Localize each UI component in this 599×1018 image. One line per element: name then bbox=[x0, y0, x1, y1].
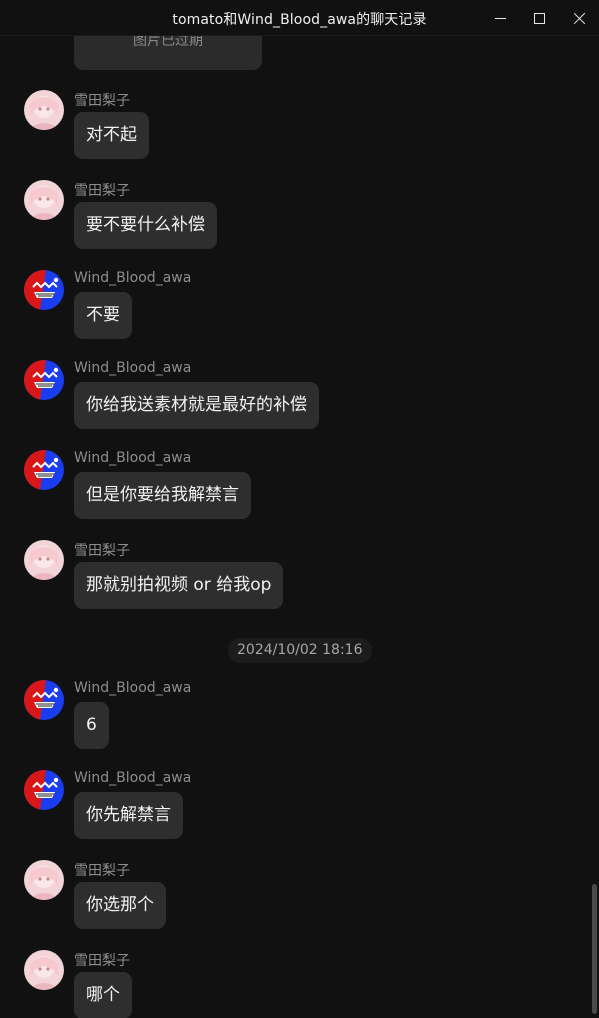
close-button[interactable] bbox=[559, 0, 599, 36]
message-bubble[interactable]: 对不起 bbox=[74, 112, 149, 159]
pink-anime-avatar-icon bbox=[24, 180, 64, 220]
message-bubble[interactable]: 6 bbox=[74, 702, 109, 749]
avatar[interactable] bbox=[24, 90, 64, 130]
message-item: 雪田梨子 那就别拍视频 or 给我op bbox=[0, 540, 599, 630]
minimize-icon bbox=[494, 17, 506, 19]
pink-anime-avatar-icon bbox=[24, 860, 64, 900]
sender-name: Wind_Blood_awa bbox=[74, 680, 192, 696]
message-bubble[interactable]: 你给我送素材就是最好的补偿 bbox=[74, 382, 319, 429]
message-item: 雪田梨子 你选那个 bbox=[0, 860, 599, 950]
chat-history-window: tomato和Wind_Blood_awa的聊天记录 图片已过期 雪田梨子 对不… bbox=[0, 0, 599, 1018]
sender-name: 雪田梨子 bbox=[74, 953, 130, 969]
pink-anime-avatar-icon bbox=[24, 950, 64, 990]
avatar[interactable] bbox=[24, 450, 64, 490]
sender-name: 雪田梨子 bbox=[74, 543, 130, 559]
avatar[interactable] bbox=[24, 950, 64, 990]
message-bubble[interactable]: 那就别拍视频 or 给我op bbox=[74, 562, 284, 609]
maximize-button[interactable] bbox=[519, 0, 559, 36]
avatar[interactable] bbox=[24, 270, 64, 310]
sender-name: Wind_Blood_awa bbox=[74, 360, 192, 376]
message-bubble[interactable]: 要不要什么补偿 bbox=[74, 202, 217, 249]
pink-anime-avatar-icon bbox=[24, 540, 64, 580]
minimize-button[interactable] bbox=[480, 0, 520, 36]
avatar[interactable] bbox=[24, 360, 64, 400]
avatar[interactable] bbox=[24, 860, 64, 900]
sender-name: 雪田梨子 bbox=[74, 183, 130, 199]
message-item: Wind_Blood_awa 你给我送素材就是最好的补偿 bbox=[0, 360, 599, 450]
message-item: Wind_Blood_awa 你先解禁言 bbox=[0, 770, 599, 860]
message-item: Wind_Blood_awa 6 bbox=[0, 680, 599, 770]
pink-anime-avatar-icon bbox=[24, 90, 64, 130]
message-bubble[interactable]: 你先解禁言 bbox=[74, 792, 183, 839]
message-bubble[interactable]: 但是你要给我解禁言 bbox=[74, 472, 251, 519]
avatar[interactable] bbox=[24, 770, 64, 810]
sender-name: 雪田梨子 bbox=[74, 93, 130, 109]
message-item: Wind_Blood_awa 但是你要给我解禁言 bbox=[0, 450, 599, 540]
red-blue-avatar-icon bbox=[24, 360, 64, 400]
red-blue-avatar-icon bbox=[24, 450, 64, 490]
sender-name: Wind_Blood_awa bbox=[74, 270, 192, 286]
message-item: 雪田梨子 对不起 bbox=[0, 90, 599, 180]
expired-image-label: 图片已过期 bbox=[133, 36, 203, 49]
message-bubble[interactable]: 哪个 bbox=[74, 972, 132, 1018]
message-bubble[interactable]: 不要 bbox=[74, 292, 132, 339]
expired-image-placeholder[interactable]: 图片已过期 bbox=[74, 36, 262, 70]
red-blue-avatar-icon bbox=[24, 680, 64, 720]
message-bubble[interactable]: 你选那个 bbox=[74, 882, 166, 929]
message-list[interactable]: 图片已过期 雪田梨子 对不起 雪田梨子 要不要什么补偿 Wind_Blood_a… bbox=[0, 36, 599, 1018]
avatar[interactable] bbox=[24, 680, 64, 720]
scrollbar-thumb[interactable] bbox=[592, 884, 597, 1014]
title-bar: tomato和Wind_Blood_awa的聊天记录 bbox=[0, 0, 599, 36]
close-icon bbox=[573, 12, 586, 25]
red-blue-avatar-icon bbox=[24, 770, 64, 810]
sender-name: Wind_Blood_awa bbox=[74, 450, 192, 466]
maximize-icon bbox=[533, 12, 545, 24]
red-blue-avatar-icon bbox=[24, 270, 64, 310]
sender-name: 雪田梨子 bbox=[74, 863, 130, 879]
avatar[interactable] bbox=[24, 180, 64, 220]
sender-name: Wind_Blood_awa bbox=[74, 770, 192, 786]
message-item: 雪田梨子 哪个 bbox=[0, 950, 599, 1018]
avatar[interactable] bbox=[24, 540, 64, 580]
message-item: 雪田梨子 要不要什么补偿 bbox=[0, 180, 599, 270]
message-item: Wind_Blood_awa 不要 bbox=[0, 270, 599, 360]
timestamp-divider: 2024/10/02 18:16 bbox=[228, 638, 372, 663]
